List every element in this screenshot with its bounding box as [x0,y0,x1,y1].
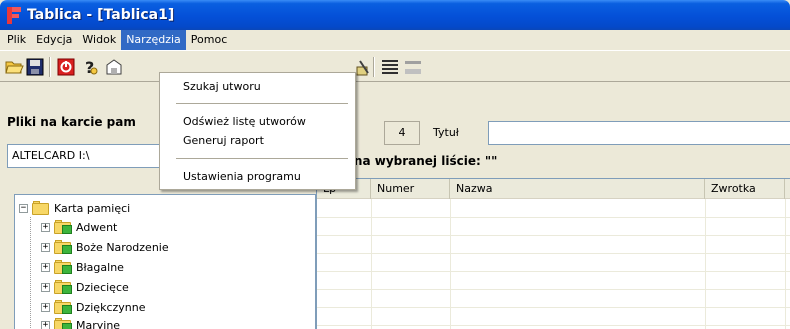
tree-item-label: Adwent [76,220,118,234]
folder-tree[interactable]: − Karta pamięci + Adwent + Boże Narodzen… [14,194,316,329]
title-label: Tytuł [433,126,459,139]
tree-item-label: Dziękczynne [76,300,146,314]
title-bar[interactable]: Tablica - [Tablica1] [0,0,790,30]
details-view-icon[interactable] [403,57,423,77]
menu-narzedzia[interactable]: Narzędzia [121,30,186,50]
column-header-nazwa[interactable]: Nazwa [450,179,705,199]
menu-edycja[interactable]: Edycja [31,30,77,50]
title-input[interactable] [488,121,790,145]
folder-icon [54,318,72,329]
column-header-numer[interactable]: Numer [371,179,450,199]
tools-dropdown-menu: Szukaj utworu Odśwież listę utworów Gene… [159,72,356,190]
menu-item-settings[interactable]: Ustawienia programu [161,167,354,186]
path-dropdown[interactable]: ALTELCARD I:\ [7,144,169,168]
document-edit-icon[interactable] [104,57,124,77]
menu-bar: Plik Edycja Widok Narzędzia Pomoc [0,30,790,50]
tree-item-label: Maryjne [76,318,121,329]
menu-separator [176,103,348,104]
save-icon[interactable] [25,57,45,77]
tree-item-maryjne[interactable]: + Maryjne [41,315,120,329]
expand-icon[interactable]: + [41,302,50,312]
stop-icon[interactable] [56,57,76,77]
expand-icon[interactable]: + [41,262,50,272]
menu-item-refresh-list[interactable]: Odśwież listę utworów [161,112,354,131]
list-heading: ry na wybranej liście: "" [336,154,498,168]
menu-separator [176,158,348,159]
window-title: Tablica - [Tablica1] [27,7,175,23]
help-icon[interactable]: ? [80,57,100,77]
tree-item-blagalne[interactable]: + Błagalne [41,257,124,277]
toolbar: ? [0,50,790,82]
folder-icon [54,240,72,254]
tree-item-boze-narodzenie[interactable]: + Boże Narodzenie [41,237,169,257]
edit-icon[interactable] [354,57,374,77]
menu-item-generate-report[interactable]: Generuj raport [161,131,354,150]
menu-item-search-song[interactable]: Szukaj utworu [161,77,354,96]
column-header-zwrotka[interactable]: Zwrotka [705,179,785,199]
folder-icon [54,300,72,314]
toolbar-separator [373,57,375,77]
song-list[interactable]: Lp Numer Nazwa Zwrotka [316,178,790,329]
expand-icon[interactable]: + [41,242,50,252]
open-folder-icon[interactable] [4,57,24,77]
list-header: Lp Numer Nazwa Zwrotka [317,179,790,199]
menu-widok[interactable]: Widok [77,30,121,50]
folder-icon [54,220,72,234]
app-icon [7,6,21,24]
tree-item-label: Dziecięce [76,280,129,294]
menu-plik[interactable]: Plik [2,30,31,50]
tree-item-label: Błagalne [76,260,124,274]
expand-icon[interactable]: + [41,320,50,329]
tree-item-dzieciece[interactable]: + Dziecięce [41,277,129,297]
tree-item-adwent[interactable]: + Adwent [41,217,117,237]
tree-item-root[interactable]: − Karta pamięci [19,198,130,218]
collapse-icon[interactable]: − [19,203,28,213]
folder-icon [54,260,72,274]
list-view-icon[interactable] [380,57,400,77]
menu-pomoc[interactable]: Pomoc [186,30,232,50]
files-heading: Pliki na karcie pam [7,115,136,129]
expand-icon[interactable]: + [41,222,50,232]
folder-icon [54,280,72,294]
folder-icon [32,201,50,215]
toolbar-separator [49,57,51,77]
expand-icon[interactable]: + [41,282,50,292]
tree-item-label: Karta pamięci [54,201,131,215]
tree-item-dziekczynne[interactable]: + Dziękczynne [41,297,145,317]
tree-item-label: Boże Narodzenie [76,240,169,254]
number-field[interactable]: 4 [384,121,420,145]
